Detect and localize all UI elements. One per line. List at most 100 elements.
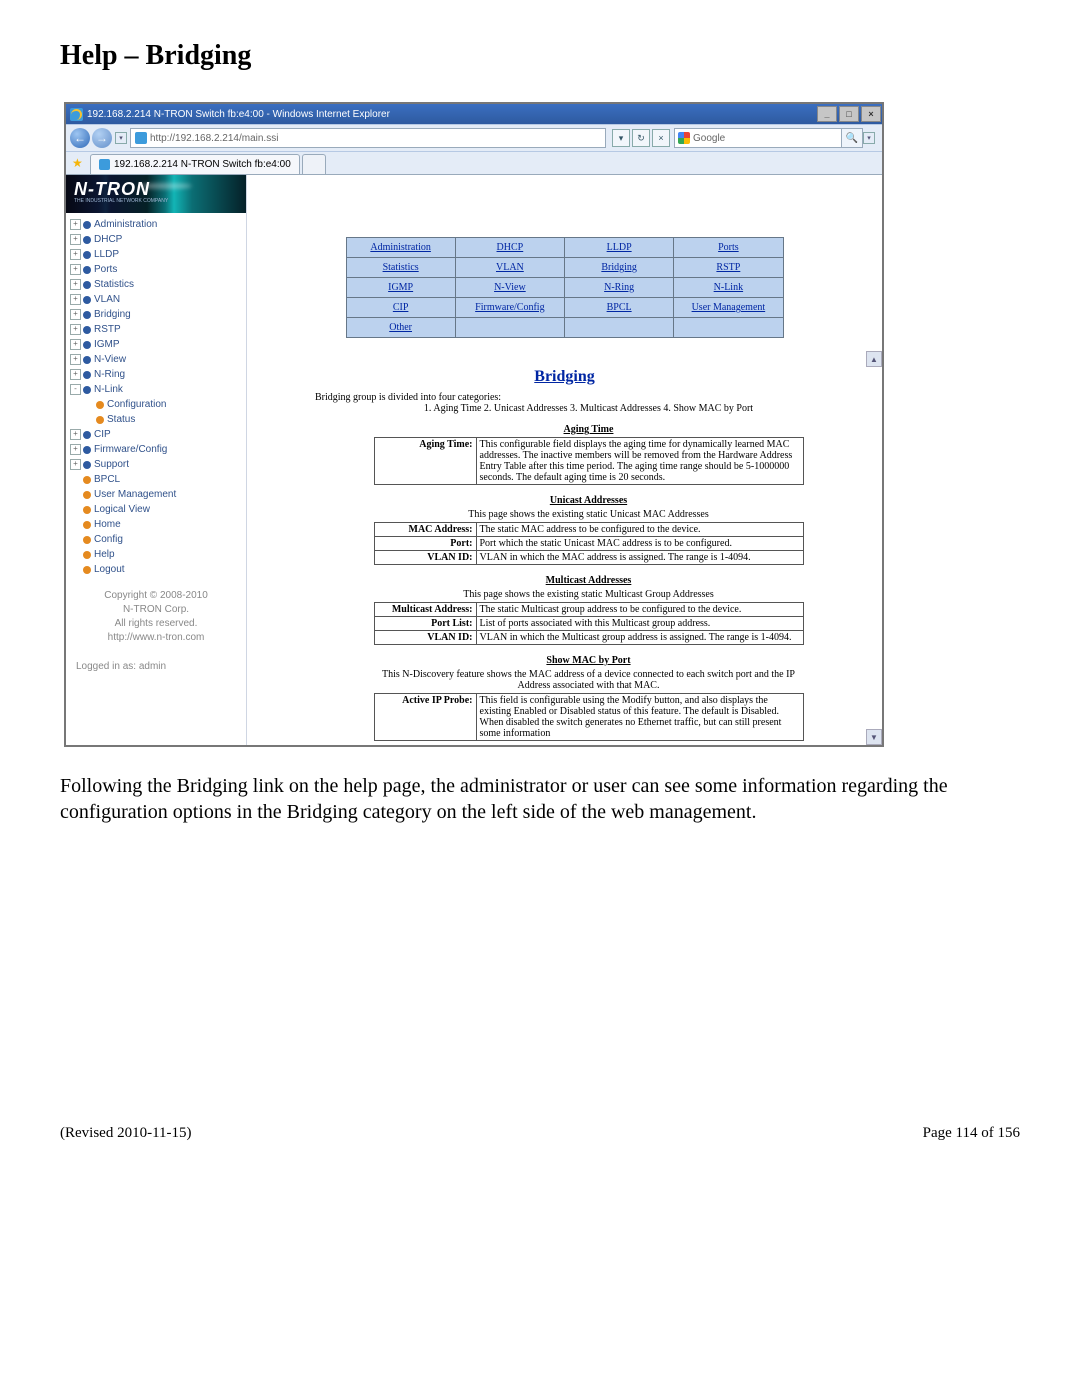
help-grid-cell[interactable]: User Management [674,298,783,318]
help-grid-link-bridging[interactable]: Bridging [601,262,637,273]
refresh-button[interactable]: ↻ [632,129,650,147]
nav-item-bpcl[interactable]: BPCL [83,472,242,487]
nav-item-logout[interactable]: Logout [83,562,242,577]
help-grid-cell[interactable]: N-Link [674,278,783,298]
search-go-button[interactable]: 🔍 [842,128,863,148]
sidebar-footer: Copyright © 2008-2010 N-TRON Corp. All r… [66,581,246,653]
tree-toggle-icon[interactable]: + [70,444,81,455]
help-grid-link-n-link[interactable]: N-Link [714,282,743,293]
addr-dropdown[interactable]: ▾ [612,129,630,147]
nav-forward-button[interactable]: → [92,128,112,148]
nav-item-status[interactable]: Status [96,412,242,427]
tree-toggle-icon[interactable]: + [70,219,81,230]
tree-toggle-icon[interactable]: + [70,249,81,260]
nav-item-bridging[interactable]: +Bridging [70,307,242,322]
favorites-icon[interactable]: ★ [72,156,86,170]
nav-item-n-link[interactable]: -N-Link [70,382,242,397]
help-grid-link-n-view[interactable]: N-View [494,282,526,293]
nav-history-dropdown[interactable]: ▾ [115,132,127,144]
nav-item-administration[interactable]: +Administration [70,217,242,232]
nav-item-support[interactable]: +Support [70,457,242,472]
tree-toggle-icon[interactable]: + [70,234,81,245]
help-grid-cell[interactable]: Bridging [565,258,674,278]
nav-item-logical-view[interactable]: Logical View [83,502,242,517]
help-grid-cell [674,318,783,338]
nav-item-n-view[interactable]: +N-View [70,352,242,367]
nav-item-ports[interactable]: + Ports [70,262,242,277]
nav-item-statistics[interactable]: +Statistics [70,277,242,292]
nav-item-rstp[interactable]: +RSTP [70,322,242,337]
nav-item-home[interactable]: Home [83,517,242,532]
help-grid-cell[interactable]: DHCP [455,238,564,258]
help-grid-cell[interactable]: VLAN [455,258,564,278]
tree-toggle-icon[interactable]: + [70,354,81,365]
nav-item-lldp[interactable]: +LLDP [70,247,242,262]
tree-toggle-icon[interactable]: + [70,429,81,440]
help-grid-cell[interactable]: Other [346,318,455,338]
nav-item-cip[interactable]: +CIP [70,427,242,442]
bullet-icon [83,536,91,544]
active-tab[interactable]: 192.168.2.214 N-TRON Switch fb:e4:00 [90,154,300,174]
help-grid-cell[interactable]: Ports [674,238,783,258]
help-grid-link-administration[interactable]: Administration [370,242,431,253]
tree-toggle-icon[interactable]: - [70,384,81,395]
tree-toggle-icon[interactable]: + [70,369,81,380]
help-grid-link-ports[interactable]: Ports [718,242,739,253]
help-grid-cell[interactable]: N-Ring [565,278,674,298]
help-grid-cell[interactable]: BPCL [565,298,674,318]
bullet-icon [83,296,91,304]
address-input[interactable]: http://192.168.2.214/main.ssi [130,128,606,148]
help-grid-cell[interactable]: CIP [346,298,455,318]
tree-toggle-icon[interactable]: + [70,264,81,275]
help-grid-link-bpcl[interactable]: BPCL [607,302,632,313]
nav-item-configuration[interactable]: Configuration [96,397,242,412]
nav-item-igmp[interactable]: + IGMP [70,337,242,352]
window-maximize-button[interactable]: □ [839,106,859,122]
help-grid-link-rstp[interactable]: RSTP [716,262,740,273]
nav-item-user-management[interactable]: User Management [83,487,242,502]
scrollbar-up[interactable]: ▲ [866,351,882,367]
tree-toggle-icon[interactable]: + [70,294,81,305]
nav-item-dhcp[interactable]: +DHCP [70,232,242,247]
tree-toggle-icon[interactable]: + [70,459,81,470]
help-grid-cell[interactable]: Firmware/Config [455,298,564,318]
main-content: Administration DHCP LLDP Ports Statistics VLA… [247,175,882,745]
scrollbar-down[interactable]: ▼ [866,729,882,745]
nav-item-vlan[interactable]: +VLAN [70,292,242,307]
help-grid-link-user-management[interactable]: User Management [692,302,766,313]
tree-toggle-icon[interactable]: + [70,309,81,320]
nav-item-n-ring[interactable]: +N-Ring [70,367,242,382]
window-minimize-button[interactable]: _ [817,106,837,122]
help-grid-cell[interactable]: N-View [455,278,564,298]
help-grid-link-dhcp[interactable]: DHCP [497,242,524,253]
tree-toggle-icon[interactable]: + [70,339,81,350]
help-grid-link-other[interactable]: Other [389,322,412,333]
nav-label: IGMP [94,337,120,352]
browser-window: 192.168.2.214 N-TRON Switch fb:e4:00 - W… [64,102,884,747]
help-grid-cell[interactable]: Administration [346,238,455,258]
tree-toggle-icon[interactable]: + [70,324,81,335]
window-close-button[interactable]: × [861,106,881,122]
nav-item-help[interactable]: Help [83,547,242,562]
help-grid-link-firmware-config[interactable]: Firmware/Config [475,302,544,313]
nav-item-config[interactable]: Config [83,532,242,547]
search-dropdown[interactable]: ▾ [863,132,875,144]
help-grid-link-n-ring[interactable]: N-Ring [604,282,634,293]
tree-toggle-icon[interactable]: + [70,279,81,290]
help-grid-link-lldp[interactable]: LLDP [607,242,632,253]
search-input[interactable]: Google [674,128,842,148]
help-grid-link-cip[interactable]: CIP [393,302,409,313]
nav-label: Ports [94,262,117,277]
help-grid-link-vlan[interactable]: VLAN [496,262,524,273]
bullet-icon [83,476,91,484]
help-grid-cell[interactable]: Statistics [346,258,455,278]
new-tab-button[interactable] [302,154,326,174]
help-grid-cell[interactable]: LLDP [565,238,674,258]
help-grid-cell[interactable]: RSTP [674,258,783,278]
nav-back-button[interactable]: ← [70,128,90,148]
help-grid-link-igmp[interactable]: IGMP [388,282,413,293]
help-grid-cell[interactable]: IGMP [346,278,455,298]
nav-item-firmware-config[interactable]: +Firmware/Config [70,442,242,457]
stop-button[interactable]: × [652,129,670,147]
help-grid-link-statistics[interactable]: Statistics [383,262,419,273]
